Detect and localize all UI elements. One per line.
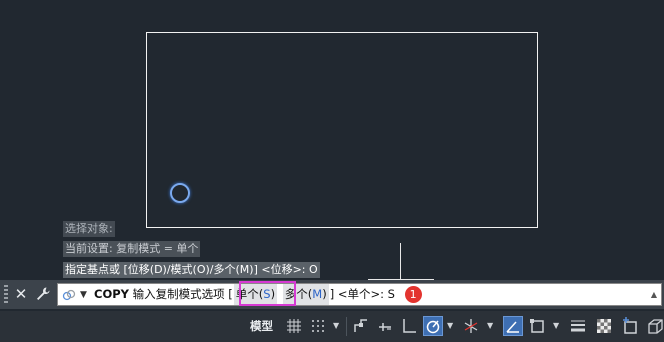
chevron-down-icon[interactable]: ▼ [333, 321, 339, 330]
3d-object-snap-icon[interactable] [645, 316, 664, 336]
infer-constraints-icon[interactable] [351, 316, 371, 336]
selection-cycling-icon[interactable] [620, 316, 640, 336]
command-input[interactable]: ▼ COPY 输入复制模式选项 [单个(S) 多个(M)] <单个>: S 1 … [57, 281, 662, 306]
default-value: <单个>: [337, 287, 385, 301]
chevron-down-icon[interactable]: ▼ [447, 321, 453, 330]
circle-object[interactable] [170, 183, 190, 203]
command-line-bar: ✕ ▼ COPY 输入复制模式选项 [单个(S) 多个(M)] <单个>: S … [0, 280, 664, 309]
customize-wrench-icon[interactable] [34, 285, 52, 303]
command-history-line: 当前设置: 复制模式 = 单个 [63, 241, 201, 257]
lineweight-icon[interactable] [568, 316, 588, 336]
ortho-mode-icon[interactable] [399, 316, 419, 336]
dynamic-input-icon[interactable] [375, 316, 395, 336]
divider [346, 317, 347, 336]
option-highlight-box [239, 281, 296, 306]
crosshair-cursor-vertical [400, 243, 401, 279]
scroll-up-icon[interactable]: ▲ [651, 290, 657, 299]
object-snap-icon[interactable] [528, 316, 548, 336]
snap-icon[interactable] [308, 316, 328, 336]
chevron-down-icon[interactable]: ▼ [80, 290, 87, 300]
drag-grip-icon[interactable] [4, 285, 8, 303]
isometric-drafting-icon[interactable] [461, 316, 481, 336]
grid-icon[interactable] [284, 316, 304, 336]
model-space-button[interactable]: 模型 [250, 318, 273, 334]
transparency-icon[interactable] [594, 316, 614, 336]
polar-tracking-icon[interactable] [423, 316, 443, 336]
typed-value: S [387, 287, 395, 301]
step-badge: 1 [404, 286, 422, 303]
rectangle-object[interactable] [146, 32, 538, 228]
command-history-line: 指定基点或 [位移(D)/模式(O)/多个(M)] <位移>: O [63, 262, 320, 278]
chevron-down-icon[interactable]: ▼ [487, 321, 493, 330]
prompt-text: 输入复制模式选项 [132, 287, 225, 301]
object-snap-tracking-icon[interactable] [503, 316, 523, 336]
command-history-line: 选择对象: [63, 221, 115, 237]
status-bar: 模型 ▼ ▼ ▼ ▼ [0, 311, 664, 342]
close-command-button[interactable]: ✕ [13, 284, 29, 304]
drawing-canvas[interactable]: 选择对象: 当前设置: 复制模式 = 单个 指定基点或 [位移(D)/模式(O)… [0, 0, 664, 280]
command-name: COPY [94, 287, 129, 301]
chevron-down-icon[interactable]: ▼ [553, 321, 559, 330]
recent-commands-icon[interactable] [62, 288, 76, 302]
